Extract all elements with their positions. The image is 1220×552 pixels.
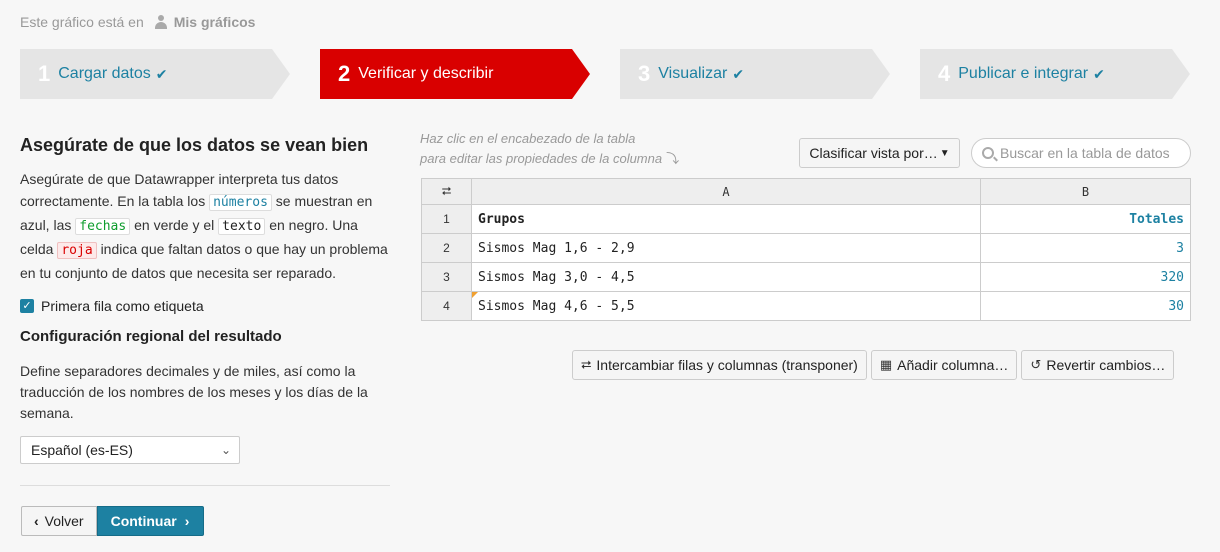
folder-link[interactable]: Mis gráficos bbox=[174, 14, 256, 30]
row-number: 2 bbox=[421, 233, 472, 263]
numbers-tag: números bbox=[209, 194, 272, 211]
step-label: Publicar e integrar bbox=[958, 65, 1089, 82]
first-row-label-option[interactable]: ✓ Primera fila como etiqueta bbox=[20, 298, 392, 314]
row-number: 1 bbox=[421, 204, 472, 234]
transpose-button[interactable]: ⮂ Intercambiar filas y columnas (transpo… bbox=[572, 350, 867, 380]
table-cell[interactable]: Sismos Mag 1,6 - 2,9 bbox=[471, 233, 981, 263]
check-icon: ✔ bbox=[155, 65, 168, 82]
table-row: 4 Sismos Mag 4,6 - 5,5 30 bbox=[421, 291, 1191, 321]
add-column-button[interactable]: ▦ Añadir columna… bbox=[870, 350, 1018, 380]
step-number: 1 bbox=[38, 61, 51, 86]
hint-line-2: para editar las propiedades de la column… bbox=[420, 149, 679, 169]
table-hint: Haz clic en el encabezado de la tabla pa… bbox=[420, 129, 679, 169]
step-number: 2 bbox=[338, 61, 351, 86]
step-number: 3 bbox=[638, 61, 651, 86]
revert-button[interactable]: ↺ Revertir cambios… bbox=[1021, 350, 1175, 380]
table-cell[interactable]: Grupos bbox=[471, 204, 981, 234]
data-table: ⮂ A B 1 Grupos Totales 2 Sismos Mag 1,6 … bbox=[421, 178, 1191, 321]
swap-icon: ⮂ bbox=[581, 357, 592, 372]
first-row-label-text: Primera fila como etiqueta bbox=[41, 298, 204, 314]
back-button-label: Volver bbox=[44, 513, 84, 529]
row-number: 3 bbox=[421, 262, 472, 292]
step-upload-data[interactable]: 1 Cargar datos ✔ bbox=[20, 49, 290, 99]
step-check-describe[interactable]: 2 Verificar y describir bbox=[320, 49, 590, 99]
table-row: 2 Sismos Mag 1,6 - 2,9 3 bbox=[421, 233, 1191, 263]
undo-icon: ↺ bbox=[1030, 357, 1042, 372]
hint-line: Haz clic en el encabezado de la tabla bbox=[420, 131, 636, 146]
first-row-label-checkbox[interactable]: ✓ bbox=[20, 299, 34, 313]
column-header-b[interactable]: B bbox=[980, 178, 1191, 205]
locale-title: Configuración regional del resultado bbox=[20, 328, 282, 345]
instructions: Asegúrate de que Datawrapper interpreta … bbox=[20, 168, 392, 284]
dates-tag: fechas bbox=[75, 218, 131, 235]
caret-down-icon: ▼ bbox=[939, 147, 950, 159]
page-title: Asegúrate de que los datos se vean bien bbox=[20, 135, 369, 155]
step-label: Verificar y describir bbox=[358, 65, 494, 82]
user-icon bbox=[154, 15, 168, 29]
row-number: 4 bbox=[421, 291, 472, 321]
red-tag: roja bbox=[57, 242, 97, 259]
search-placeholder: Buscar en la tabla de datos bbox=[1000, 145, 1170, 161]
transpose-corner-icon[interactable]: ⮂ bbox=[421, 178, 472, 205]
table-cell[interactable]: 30 bbox=[980, 291, 1191, 321]
instructions-text: en verde y el bbox=[134, 217, 215, 233]
continue-button[interactable]: Continuar › bbox=[96, 506, 205, 536]
table-cell[interactable]: 3 bbox=[980, 233, 1191, 263]
curved-arrow-icon: ⤵ bbox=[666, 151, 680, 166]
column-header-a[interactable]: A bbox=[471, 178, 981, 205]
step-navigation: 1 Cargar datos ✔ 2 Verificar y describir… bbox=[20, 49, 1190, 99]
hint-line: para editar las propiedades de la column… bbox=[420, 151, 663, 166]
step-publish-embed[interactable]: 4 Publicar e integrar ✔ bbox=[920, 49, 1190, 99]
table-actions: ⮂ Intercambiar filas y columnas (transpo… bbox=[572, 350, 1175, 380]
step-number: 4 bbox=[938, 61, 951, 86]
transpose-label: Intercambiar filas y columnas (transpone… bbox=[596, 357, 858, 373]
step-nav-buttons: ‹ Volver Continuar › bbox=[21, 506, 205, 536]
check-icon: ✔ bbox=[1093, 65, 1105, 82]
search-icon bbox=[982, 147, 994, 159]
chevron-right-icon: › bbox=[184, 513, 190, 529]
chevron-left-icon: ‹ bbox=[34, 513, 39, 529]
divider bbox=[20, 485, 390, 486]
step-label: Cargar datos bbox=[58, 65, 151, 82]
chart-location: Este gráfico está en Mis gráficos bbox=[20, 14, 255, 30]
table-cell[interactable]: 320 bbox=[980, 262, 1191, 292]
chevron-down-icon: ⌄ bbox=[220, 443, 231, 457]
step-visualize[interactable]: 3 Visualizar ✔ bbox=[620, 49, 890, 99]
add-column-label: Añadir columna… bbox=[897, 357, 1009, 373]
table-row: 3 Sismos Mag 3,0 - 4,5 320 bbox=[421, 262, 1191, 292]
table-cell[interactable]: Sismos Mag 4,6 - 5,5 bbox=[471, 291, 981, 321]
locale-select[interactable]: Español (es-ES) ⌄ bbox=[20, 436, 240, 464]
continue-button-label: Continuar bbox=[110, 513, 177, 529]
table-cell[interactable]: Sismos Mag 3,0 - 4,5 bbox=[471, 262, 981, 292]
location-prefix: Este gráfico está en bbox=[20, 14, 144, 30]
table-search[interactable]: Buscar en la tabla de datos bbox=[971, 138, 1191, 168]
left-panel: Asegúrate de que los datos se vean bien … bbox=[20, 135, 392, 464]
table-cell[interactable]: Totales bbox=[980, 204, 1191, 234]
check-icon: ✔ bbox=[732, 65, 745, 82]
calculator-icon: ▦ bbox=[879, 357, 893, 372]
sort-view-button[interactable]: Clasificar vista por… ▼ bbox=[799, 138, 960, 168]
text-tag: texto bbox=[218, 218, 266, 235]
table-row: 1 Grupos Totales bbox=[421, 204, 1191, 234]
locale-select-value: Español (es-ES) bbox=[31, 442, 133, 458]
sort-view-label: Clasificar vista por… bbox=[809, 145, 938, 161]
locale-description: Define separadores decimales y de miles,… bbox=[20, 363, 368, 421]
revert-label: Revertir cambios… bbox=[1046, 357, 1166, 373]
step-label: Visualizar bbox=[658, 65, 728, 82]
back-button[interactable]: ‹ Volver bbox=[21, 506, 97, 536]
